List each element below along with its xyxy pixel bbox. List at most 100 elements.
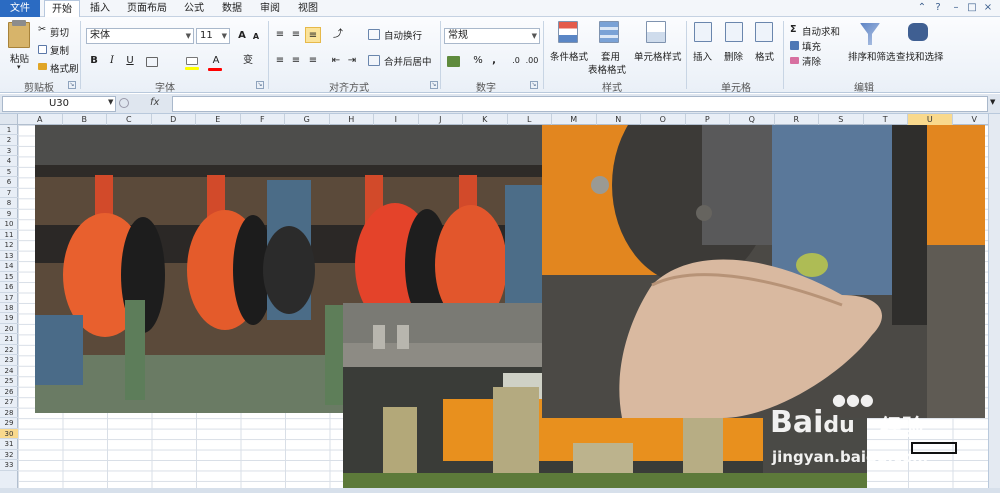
column-header-a[interactable]: A — [18, 114, 63, 125]
tab-page-layout[interactable]: 页面布局 — [122, 0, 172, 17]
formula-cancel-icon[interactable] — [119, 98, 129, 108]
insert-function-icon[interactable]: fx — [150, 97, 159, 108]
row-header-9[interactable]: 9 — [0, 209, 18, 220]
delete-cells-icon[interactable] — [725, 22, 743, 42]
increase-decimal-button[interactable]: .0 — [508, 53, 524, 69]
merge-center-icon[interactable] — [368, 55, 380, 66]
ribbon-minimize-icon[interactable]: ⌃ — [916, 1, 928, 15]
formula-input[interactable] — [172, 96, 988, 112]
cut-button[interactable]: 剪切 — [50, 25, 69, 39]
row-header-28[interactable]: 28 — [0, 408, 18, 419]
font-color-button[interactable]: A — [208, 53, 224, 69]
comma-button[interactable]: , — [486, 53, 502, 69]
row-header-20[interactable]: 20 — [0, 324, 18, 335]
row-header-17[interactable]: 17 — [0, 293, 18, 303]
column-header-m[interactable]: M — [552, 114, 597, 125]
percent-button[interactable]: % — [470, 53, 486, 69]
row-header-16[interactable]: 16 — [0, 282, 18, 293]
sort-filter-button[interactable]: 排序和筛选 — [848, 49, 896, 63]
column-header-t[interactable]: T — [864, 114, 908, 125]
active-cell-u30[interactable] — [911, 442, 957, 454]
copy-button[interactable]: 复制 — [50, 43, 69, 57]
align-middle-button[interactable]: ≡ — [288, 27, 304, 43]
insert-cells-icon[interactable] — [694, 22, 712, 42]
column-header-b[interactable]: B — [63, 114, 107, 125]
row-header-27[interactable]: 27 — [0, 397, 18, 408]
row-header-23[interactable]: 23 — [0, 355, 18, 366]
font-launcher-icon[interactable]: ↘ — [256, 81, 264, 89]
row-header-1[interactable]: 1 — [0, 125, 18, 136]
column-header-r[interactable]: R — [775, 114, 819, 125]
alignment-launcher-icon[interactable]: ↘ — [430, 81, 438, 89]
increase-indent-button[interactable]: ⇥ — [344, 53, 360, 69]
row-header-22[interactable]: 22 — [0, 345, 18, 356]
format-painter-button[interactable]: 格式刷 — [50, 61, 79, 75]
row-header-31[interactable]: 31 — [0, 439, 18, 450]
column-header-k[interactable]: K — [463, 114, 508, 125]
sheet-tab-strip[interactable] — [0, 488, 1000, 493]
format-cells-icon[interactable] — [755, 22, 773, 42]
bold-button[interactable]: B — [86, 53, 102, 69]
cell-styles-button[interactable]: 单元格样式 — [634, 49, 682, 63]
align-center-button[interactable]: ≡ — [288, 53, 304, 69]
row-header-8[interactable]: 8 — [0, 198, 18, 209]
underline-button[interactable]: U — [122, 53, 138, 69]
fill-color-icon[interactable] — [186, 57, 198, 65]
row-header-11[interactable]: 11 — [0, 230, 18, 241]
autosum-button[interactable]: 自动求和 — [802, 24, 840, 38]
close-window-icon[interactable]: × — [982, 1, 994, 15]
row-header-32[interactable]: 32 — [0, 450, 18, 461]
format-as-table-label-1[interactable]: 套用 — [601, 49, 620, 63]
column-header-h[interactable]: H — [330, 114, 374, 125]
column-header-n[interactable]: N — [597, 114, 641, 125]
shrink-font-button[interactable]: A — [248, 29, 264, 45]
restore-window-icon[interactable]: □ — [966, 1, 978, 15]
row-header-21[interactable]: 21 — [0, 334, 18, 345]
wrap-text-button[interactable]: 自动换行 — [384, 28, 422, 42]
align-left-button[interactable]: ≡ — [272, 53, 288, 69]
format-as-table-icon[interactable] — [599, 21, 619, 43]
column-header-f[interactable]: F — [241, 114, 285, 125]
fill-button[interactable]: 填充 — [802, 39, 821, 53]
name-box-dropdown-icon[interactable]: ▼ — [108, 98, 113, 106]
column-header-p[interactable]: P — [686, 114, 730, 125]
row-header-26[interactable]: 26 — [0, 387, 18, 398]
find-select-icon[interactable] — [908, 23, 928, 41]
tab-review[interactable]: 审阅 — [252, 0, 288, 17]
row-header-25[interactable]: 25 — [0, 376, 18, 387]
borders-icon[interactable] — [146, 57, 158, 67]
row-header-4[interactable]: 4 — [0, 156, 18, 167]
cell-styles-icon[interactable] — [646, 21, 666, 43]
select-all-corner[interactable] — [0, 114, 18, 125]
autosum-icon[interactable]: Σ — [790, 24, 797, 35]
insert-cells-button[interactable]: 插入 — [693, 49, 712, 63]
decrease-decimal-button[interactable]: .00 — [524, 53, 540, 69]
tab-file[interactable]: 文件 — [0, 0, 40, 17]
phonetic-button[interactable]: 变 — [240, 53, 256, 69]
row-header-24[interactable]: 24 — [0, 366, 18, 377]
expand-formula-bar-icon[interactable]: ▼ — [990, 98, 995, 106]
fill-down-icon[interactable] — [790, 41, 799, 50]
row-header-33[interactable]: 33 — [0, 460, 18, 471]
column-header-s[interactable]: S — [819, 114, 864, 125]
italic-button[interactable]: I — [104, 53, 120, 69]
column-header-e[interactable]: E — [196, 114, 241, 125]
align-bottom-button[interactable]: ≡ — [305, 27, 321, 43]
clipboard-launcher-icon[interactable]: ↘ — [68, 81, 76, 89]
row-header-2[interactable]: 2 — [0, 135, 18, 146]
tab-view[interactable]: 视图 — [290, 0, 326, 17]
column-header-c[interactable]: C — [107, 114, 152, 125]
delete-cells-button[interactable]: 删除 — [724, 49, 743, 63]
number-launcher-icon[interactable]: ↘ — [530, 81, 538, 89]
column-header-i[interactable]: I — [374, 114, 419, 125]
sort-filter-icon[interactable] — [860, 23, 880, 45]
paste-dropdown-icon[interactable]: ▾ — [17, 63, 21, 71]
row-header-19[interactable]: 19 — [0, 313, 18, 324]
align-top-button[interactable]: ≡ — [272, 27, 288, 43]
row-header-18[interactable]: 18 — [0, 303, 18, 314]
row-header-7[interactable]: 7 — [0, 188, 18, 199]
copy-icon[interactable] — [38, 45, 47, 54]
tab-home[interactable]: 开始 — [44, 0, 80, 18]
font-size-select[interactable]: 11 ▼ — [196, 28, 230, 44]
photo-hand-bolt-check[interactable] — [542, 125, 985, 418]
